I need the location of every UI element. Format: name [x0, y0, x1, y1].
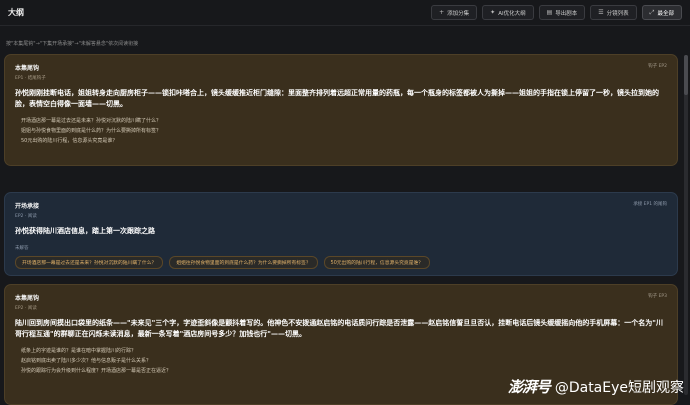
- add-episode-label: 添加分集: [447, 10, 470, 17]
- scrollbar[interactable]: [684, 55, 688, 395]
- hook-card-ep1[interactable]: 本集尾钩 EP1 · 结尾钩子 钩子 EP2 孙悦刚刚挂断电话，姐姐转身走向厨房…: [4, 54, 678, 166]
- plus-icon: +: [439, 9, 445, 16]
- top-bar: 大纲 + 添加分集 ✦ AI优化大纲 ▤ 导出剧本 ☰ 分镜列表 ⤢ 最全部: [0, 0, 690, 26]
- card-main-text: 陆川回到房间摸出口袋里的纸条——"未来见"三个字，字迹歪斜像是颤抖着写的。他神色…: [15, 319, 663, 338]
- list-item: 赵启铭到底出卖了陆川多少次？他与信息贩子是什么关系？: [21, 358, 152, 364]
- unresolved-label: 未解答: [15, 246, 29, 251]
- export-script-button[interactable]: ▤ 导出剧本: [538, 5, 586, 20]
- question-chip[interactable]: 50元出购的陆川行程，信息源头究竟是谁？: [323, 256, 431, 269]
- card-title: 本集尾钩: [15, 295, 40, 302]
- list-item: 姐姐与孙悦食物里面的到底是什么药？为什么要撕掉所有标签？: [21, 128, 162, 134]
- question-list: 开场酒店那一幕是过去还是未来？孙悦对沉默的陆川瞒了什么？ 姐姐与孙悦食物里面的到…: [15, 116, 667, 146]
- list-item: 50元出购的陆川行程，信息源头究竟是谁？: [21, 138, 118, 144]
- storyboard-list-label: 分镜列表: [606, 10, 629, 17]
- expand-icon: ⤢: [649, 8, 655, 16]
- card-tag: 钩子 EP2: [648, 64, 667, 69]
- export-script-label: 导出剧本: [555, 10, 578, 17]
- storyboard-list-button[interactable]: ☰ 分镜列表: [590, 5, 637, 20]
- card-tag: 承接 EP1 的尾钩: [633, 202, 667, 207]
- card-main-text: 孙悦获得陆川酒店信息，踏上第一次跟踪之路: [15, 227, 155, 235]
- card-subtitle: EP1 · 结尾钩子: [15, 76, 46, 81]
- opening-card-ep2[interactable]: 开场承接 EP2 · 阅读 承接 EP1 的尾钩 孙悦获得陆川酒店信息，踏上第一…: [4, 192, 678, 276]
- card-subtitle: EP2 · 阅读: [15, 306, 37, 311]
- toolbar: + 添加分集 ✦ AI优化大纲 ▤ 导出剧本 ☰ 分镜列表 ⤢ 最全部: [431, 5, 682, 20]
- chip-row: 开场酒店那一幕是过去还是未来？孙悦对沉默的陆川瞒了什么？ 姐姐往孙悦食物里面的到…: [15, 256, 667, 269]
- ai-optimize-button[interactable]: ✦ AI优化大纲: [482, 5, 534, 20]
- watermark-text: @DataEye短剧观察: [554, 379, 684, 396]
- card-main-text: 孙悦刚刚挂断电话，姐姐转身走向厨房柜子——锁扣咔嗒合上，镜头缓缓推近柜门缝隙：里…: [15, 89, 659, 108]
- expand-all-button[interactable]: ⤢ 最全部: [641, 5, 682, 20]
- watermark-logo: 澎湃号: [507, 378, 551, 396]
- sparkle-icon: ✦: [490, 9, 496, 16]
- list-item: 开场酒店那一幕是过去还是未来？孙悦对沉默的陆川瞒了什么？: [21, 118, 162, 124]
- card-title: 本集尾钩: [15, 65, 40, 72]
- question-chip[interactable]: 开场酒店那一幕是过去还是未来？孙悦对沉默的陆川瞒了什么？: [15, 256, 164, 269]
- add-episode-button[interactable]: + 添加分集: [431, 5, 478, 20]
- ai-optimize-label: AI优化大纲: [498, 10, 526, 17]
- list-item: 孙悦的跟踪行为会升级到什么程度？开场酒店那一幕是否正在逼近？: [21, 368, 172, 374]
- expand-all-label: 最全部: [657, 10, 674, 17]
- question-list: 纸条上的字迹是谁的？是谁在暗中掌握陆川的行踪？ 赵启铭到底出卖了陆川多少次？他与…: [15, 346, 667, 376]
- breadcrumb: 按"本集尾钩"→"下集开场承接"→"未解答悬念"依次阅读衔接: [6, 41, 139, 47]
- scrollbar-thumb[interactable]: [684, 55, 688, 95]
- page-title: 大纲: [8, 8, 24, 17]
- document-icon: ▤: [546, 9, 553, 16]
- list-item: 纸条上的字迹是谁的？是谁在暗中掌握陆川的行踪？: [21, 348, 137, 354]
- list-icon: ☰: [598, 9, 604, 16]
- watermark: 澎湃号 @DataEye短剧观察: [508, 376, 684, 397]
- card-subtitle: EP2 · 阅读: [15, 214, 37, 219]
- question-chip[interactable]: 姐姐往孙悦食物里面的到底是什么药？为什么要撕掉所有标签？: [169, 256, 318, 269]
- card-title: 开场承接: [15, 203, 40, 210]
- card-tag: 钩子 EP3: [648, 294, 667, 299]
